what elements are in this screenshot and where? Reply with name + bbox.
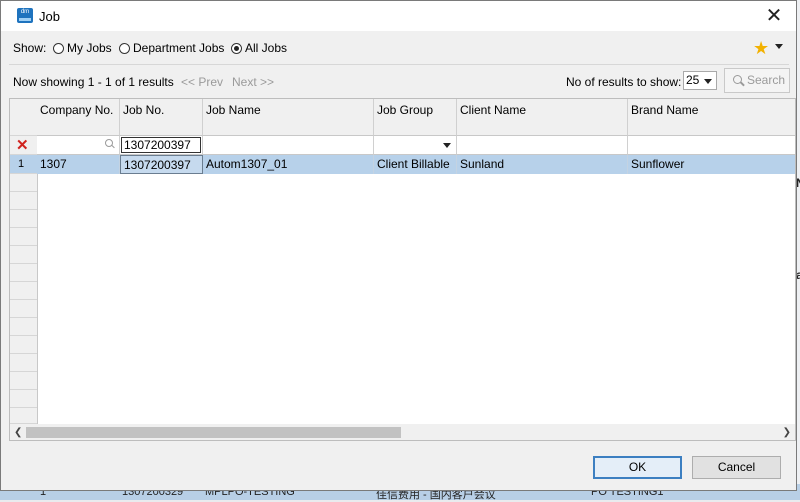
column-header-company-no[interactable]: Company No. [37, 99, 120, 136]
row-header-empty [10, 354, 37, 372]
cell-company-no[interactable]: 1307 [37, 155, 120, 174]
row-number: 1 [18, 158, 25, 170]
results-count-select[interactable]: 25 [683, 71, 717, 90]
cell-client-name[interactable]: Sunland [457, 155, 628, 174]
row-header-empty [10, 408, 37, 424]
radio-label: Department Jobs [133, 41, 225, 55]
row-header-empty [10, 318, 37, 336]
row-header-empty [10, 174, 37, 192]
filter-client-name[interactable] [457, 136, 628, 155]
radio-all-jobs[interactable]: All Jobs [231, 41, 287, 55]
show-filter-bar: Show: My Jobs Department Jobs All Jobs ★ [1, 32, 796, 64]
show-label: Show: [13, 41, 47, 55]
column-header-brand-name[interactable]: Brand Name [628, 99, 795, 136]
clear-filter-icon[interactable]: ✕ [16, 138, 29, 153]
column-header-job-no[interactable]: Job No. [120, 99, 203, 136]
prev-page-link[interactable]: << Prev [181, 75, 223, 89]
cell-job-no[interactable]: 1307200397 [120, 155, 203, 174]
pager-bar: Now showing 1 - 1 of 1 results << Prev N… [1, 65, 796, 97]
next-page-link[interactable]: Next >> [232, 75, 274, 89]
title-bar: dm Job ✕ [1, 1, 796, 31]
cell-brand-name[interactable]: Sunflower [628, 155, 795, 174]
jobs-grid: ✕ 1 Company No. Job No. Job Name Job Gro… [9, 98, 796, 441]
column-header-job-group[interactable]: Job Group [374, 99, 457, 136]
chevron-down-icon[interactable] [443, 143, 451, 148]
radio-circle[interactable] [53, 42, 64, 54]
job-dialog: dm Job ✕ Show: My Jobs Department Jobs A… [0, 0, 797, 491]
cancel-button[interactable]: Cancel [692, 456, 781, 479]
results-count-value: 25 [686, 73, 700, 87]
radio-circle[interactable] [119, 42, 130, 54]
row-header-empty [10, 282, 37, 300]
column-header-client-name[interactable]: Client Name [457, 99, 628, 136]
search-icon [733, 75, 742, 84]
row-header-empty [10, 228, 37, 246]
search-button[interactable]: Search [724, 68, 790, 93]
chevron-right-icon[interactable]: ❯ [783, 427, 791, 438]
horizontal-scrollbar[interactable]: ❮ ❯ [10, 424, 795, 440]
filter-company-no[interactable] [37, 136, 120, 155]
app-logo-icon: dm [17, 8, 33, 23]
star-icon[interactable]: ★ [753, 38, 769, 58]
cell-job-name[interactable]: Autom1307_01 [203, 155, 374, 174]
job-no-filter-input[interactable]: 1307200397 [121, 137, 201, 153]
radio-circle-selected[interactable] [231, 42, 242, 54]
row-header-empty [10, 264, 37, 282]
filter-row: 1307200397 [37, 136, 795, 155]
results-summary: Now showing 1 - 1 of 1 results [13, 75, 174, 89]
row-header-empty [10, 246, 37, 264]
close-button[interactable]: ✕ [752, 1, 796, 31]
table-row[interactable]: 1307 1307200397 Autom1307_01 Client Bill… [37, 155, 795, 174]
row-header-empty [10, 300, 37, 318]
row-header-empty [10, 192, 37, 210]
row-header-empty [10, 336, 37, 354]
chevron-down-icon [704, 79, 712, 84]
results-count-label: No of results to show: [566, 75, 682, 89]
column-header-job-name[interactable]: Job Name [203, 99, 374, 136]
dialog-title: Job [39, 9, 60, 24]
radio-label: My Jobs [67, 41, 112, 55]
ok-button[interactable]: OK [593, 456, 682, 479]
cell-job-group[interactable]: Client Billable [374, 155, 457, 174]
search-button-label: Search [747, 73, 786, 87]
chevron-down-icon[interactable] [775, 44, 783, 49]
filter-brand-name[interactable] [628, 136, 795, 155]
filter-job-group[interactable] [374, 136, 457, 155]
filter-job-no[interactable]: 1307200397 [120, 136, 203, 155]
filter-job-name[interactable] [203, 136, 374, 155]
row-header-empty [10, 372, 37, 390]
radio-my-jobs[interactable]: My Jobs [53, 41, 112, 55]
row-header-empty [10, 210, 37, 228]
radio-department-jobs[interactable]: Department Jobs [119, 41, 224, 55]
radio-label: All Jobs [245, 41, 288, 55]
row-header-empty [10, 390, 37, 408]
scrollbar-thumb[interactable] [26, 427, 401, 438]
search-icon [105, 139, 113, 147]
chevron-left-icon[interactable]: ❮ [14, 427, 22, 438]
row-header-corner [10, 99, 37, 136]
